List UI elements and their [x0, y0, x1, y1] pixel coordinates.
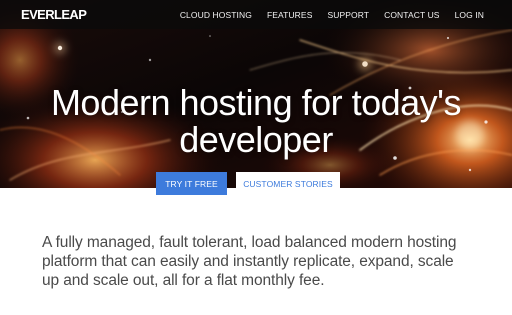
nav-cloud-hosting[interactable]: CLOUD HOSTING: [180, 10, 252, 20]
hero-section: EVERLEAP CLOUD HOSTING FEATURES SUPPORT …: [0, 0, 512, 188]
top-navbar: EVERLEAP CLOUD HOSTING FEATURES SUPPORT …: [0, 0, 512, 29]
intro-text: A fully managed, fault tolerant, load ba…: [42, 234, 457, 289]
nav-features[interactable]: FEATURES: [267, 10, 313, 20]
nav-support[interactable]: SUPPORT: [327, 10, 369, 20]
nav-log-in[interactable]: LOG IN: [455, 10, 484, 20]
hero-title: Modern hosting for today's developer: [50, 82, 462, 160]
main-nav: CLOUD HOSTING FEATURES SUPPORT CONTACT U…: [165, 0, 512, 29]
customer-stories-button[interactable]: CUSTOMER STORIES: [236, 172, 340, 195]
try-it-free-button[interactable]: TRY IT FREE: [156, 172, 227, 195]
logo[interactable]: EVERLEAP: [21, 7, 87, 22]
nav-contact-us[interactable]: CONTACT US: [384, 10, 439, 20]
page: EVERLEAP CLOUD HOSTING FEATURES SUPPORT …: [0, 0, 512, 315]
